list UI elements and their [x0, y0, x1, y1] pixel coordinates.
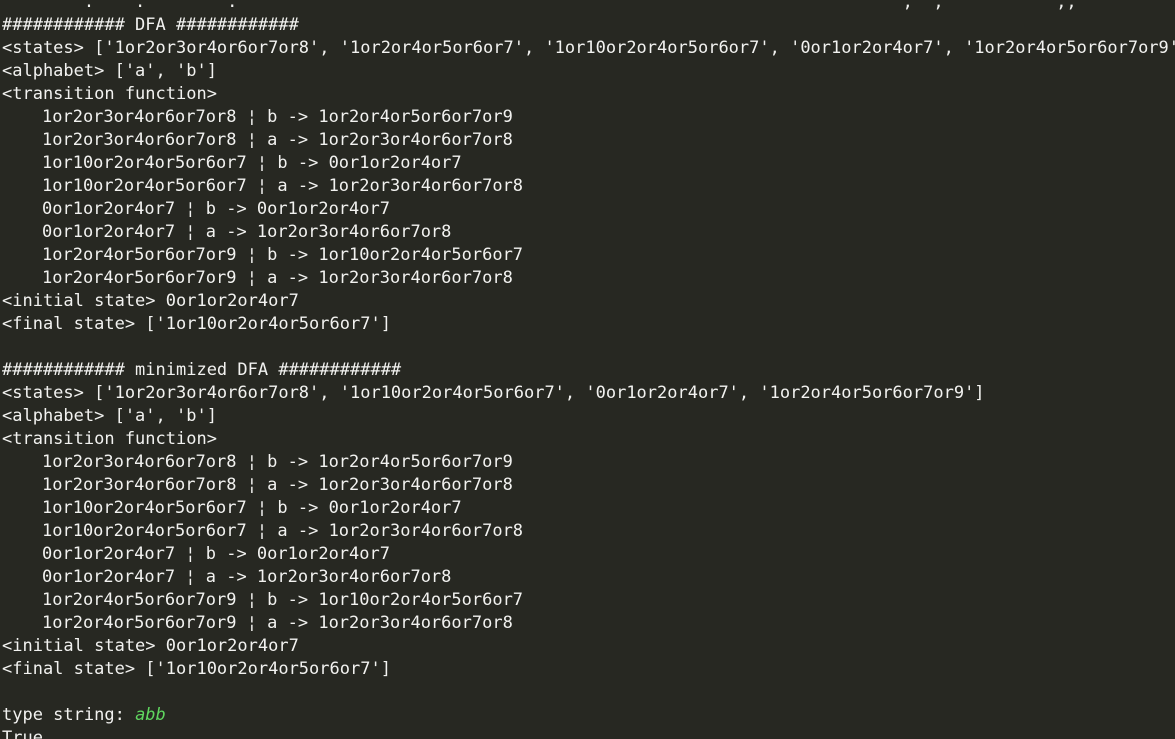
minimized-dfa-section: ############ minimized DFA ############ … — [2, 359, 1175, 681]
minimized-transition-row: 1or2or4or5or6or7or9 ¦ a -> 1or2or3or4or6… — [42, 613, 513, 633]
minimized-transition-header: <transition function> — [2, 429, 217, 449]
dfa-transition-row: 1or10or2or4or5or6or7 ¦ b -> 0or1or2or4or… — [42, 153, 462, 173]
dfa-transition-row: 1or2or3or4or6or7or8 ¦ a -> 1or2or3or4or6… — [42, 130, 513, 150]
terminal-window[interactable]: ' .' . ' .' , , ,, ############ DFA ####… — [0, 0, 1175, 739]
prompt-label: type string: — [2, 705, 136, 725]
cutoff-output-line: ' .' . ' .' , , ,, — [2, 0, 1077, 12]
dfa-header: ############ DFA ############ — [2, 15, 299, 35]
minimized-dfa-header: ############ minimized DFA ############ — [2, 360, 402, 380]
minimized-transition-row: 1or2or3or4or6or7or8 ¦ a -> 1or2or3or4or6… — [42, 475, 513, 495]
minimized-transition-row: 0or1or2or4or7 ¦ a -> 1or2or3or4or6or7or8 — [42, 567, 452, 587]
dfa-transition-row: 1or10or2or4or5or6or7 ¦ a -> 1or2or3or4or… — [42, 176, 524, 196]
dfa-transition-row: 0or1or2or4or7 ¦ a -> 1or2or3or4or6or7or8 — [42, 222, 452, 242]
minimized-transition-row: 1or10or2or4or5or6or7 ¦ b -> 0or1or2or4or… — [42, 498, 462, 518]
result-line: True — [2, 728, 43, 739]
input-prompt-line: type string: abb — [2, 704, 1175, 727]
dfa-transition-row: 0or1or2or4or7 ¦ b -> 0or1or2or4or7 — [42, 199, 390, 219]
minimized-transition-row: 1or2or4or5or6or7or9 ¦ b -> 1or10or2or4or… — [42, 590, 524, 610]
dfa-section: ############ DFA ############ <states> [… — [2, 14, 1175, 336]
minimized-transition-row: 1or2or3or4or6or7or8 ¦ b -> 1or2or4or5or6… — [42, 452, 513, 472]
minimized-transition-row: 1or10or2or4or5or6or7 ¦ a -> 1or2or3or4or… — [42, 521, 524, 541]
terminal-output: ' .' . ' .' , , ,, ############ DFA ####… — [2, 0, 1175, 739]
dfa-initial-state-line: <initial state> 0or1or2or4or7 — [2, 291, 299, 311]
minimized-alphabet-line: <alphabet> ['a', 'b'] — [2, 406, 217, 426]
dfa-states-line: <states> ['1or2or3or4or6or7or8', '1or2or… — [2, 38, 1175, 58]
dfa-transition-row: 1or2or4or5or6or7or9 ¦ b -> 1or10or2or4or… — [42, 245, 524, 265]
typed-input[interactable]: abb — [135, 705, 166, 725]
dfa-transition-row: 1or2or3or4or6or7or8 ¦ b -> 1or2or4or5or6… — [42, 107, 513, 127]
minimized-transition-row: 0or1or2or4or7 ¦ b -> 0or1or2or4or7 — [42, 544, 390, 564]
minimized-states-line: <states> ['1or2or3or4or6or7or8', '1or10o… — [2, 383, 985, 403]
dfa-alphabet-line: <alphabet> ['a', 'b'] — [2, 61, 217, 81]
minimized-final-state-line: <final state> ['1or10or2or4or5or6or7'] — [2, 659, 391, 679]
minimized-initial-state-line: <initial state> 0or1or2or4or7 — [2, 636, 299, 656]
dfa-transition-row: 1or2or4or5or6or7or9 ¦ a -> 1or2or3or4or6… — [42, 268, 513, 288]
dfa-transition-header: <transition function> — [2, 84, 217, 104]
dfa-final-state-line: <final state> ['1or10or2or4or5or6or7'] — [2, 314, 391, 334]
